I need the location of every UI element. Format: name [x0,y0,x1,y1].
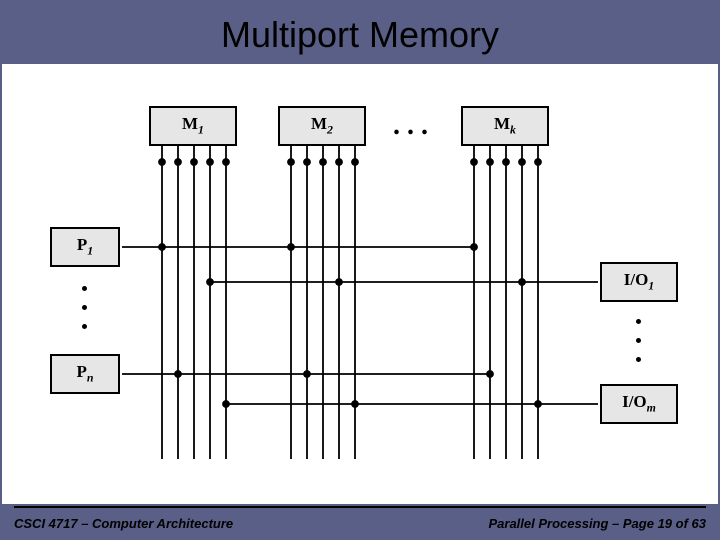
slide-title: Multiport Memory [0,0,720,56]
diagram-area: M1 M2 . . . Mk P1 Pn I/O1 I/Om [2,64,718,504]
footer-right: Parallel Processing – Page 19 of 63 [488,516,706,531]
footer-left: CSCI 4717 – Computer Architecture [14,516,233,531]
footer: CSCI 4717 – Computer Architecture Parall… [0,506,720,540]
wiring-svg [2,64,718,504]
